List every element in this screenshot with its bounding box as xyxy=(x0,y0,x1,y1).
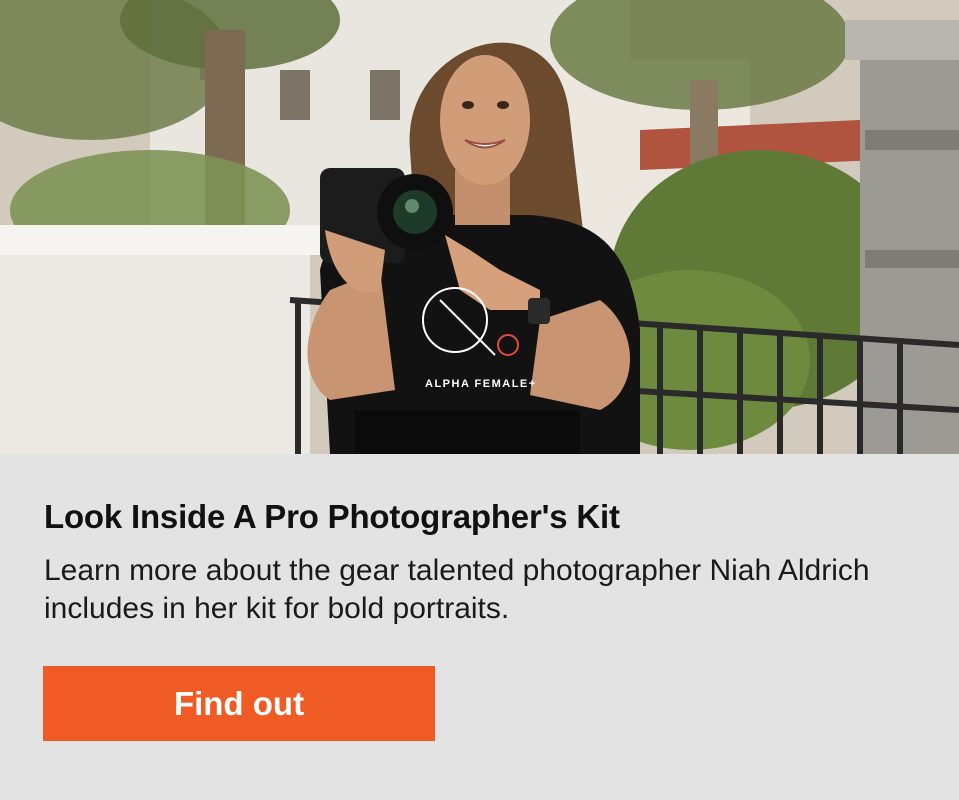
building-window xyxy=(280,70,310,120)
stone-pillar xyxy=(860,20,959,454)
building-window xyxy=(370,70,400,120)
promo-description: Learn more about the gear talented photo… xyxy=(44,554,870,625)
promo-panel: Look Inside A Pro Photographer's Kit Lea… xyxy=(0,454,959,800)
hero-illustration: ALPHA FEMALE+ xyxy=(0,0,959,454)
stone-pillar-ridge xyxy=(865,130,959,150)
hero-photo: ALPHA FEMALE+ xyxy=(0,0,959,454)
stone-pillar-ridge xyxy=(865,250,959,268)
person-eye xyxy=(462,101,474,109)
person-face xyxy=(440,55,530,185)
smartwatch xyxy=(528,298,550,324)
balcony-wall xyxy=(0,225,310,454)
promo-headline: Look Inside A Pro Photographer's Kit xyxy=(44,498,620,535)
shirt-text: ALPHA FEMALE+ xyxy=(425,378,537,390)
stone-pillar-cap xyxy=(845,20,959,60)
camera-lens-reflection xyxy=(405,199,419,213)
find-out-button[interactable]: Find out xyxy=(43,666,435,741)
balcony-wall-cap xyxy=(0,225,330,255)
person-pants xyxy=(355,410,580,454)
person-eye xyxy=(497,101,509,109)
